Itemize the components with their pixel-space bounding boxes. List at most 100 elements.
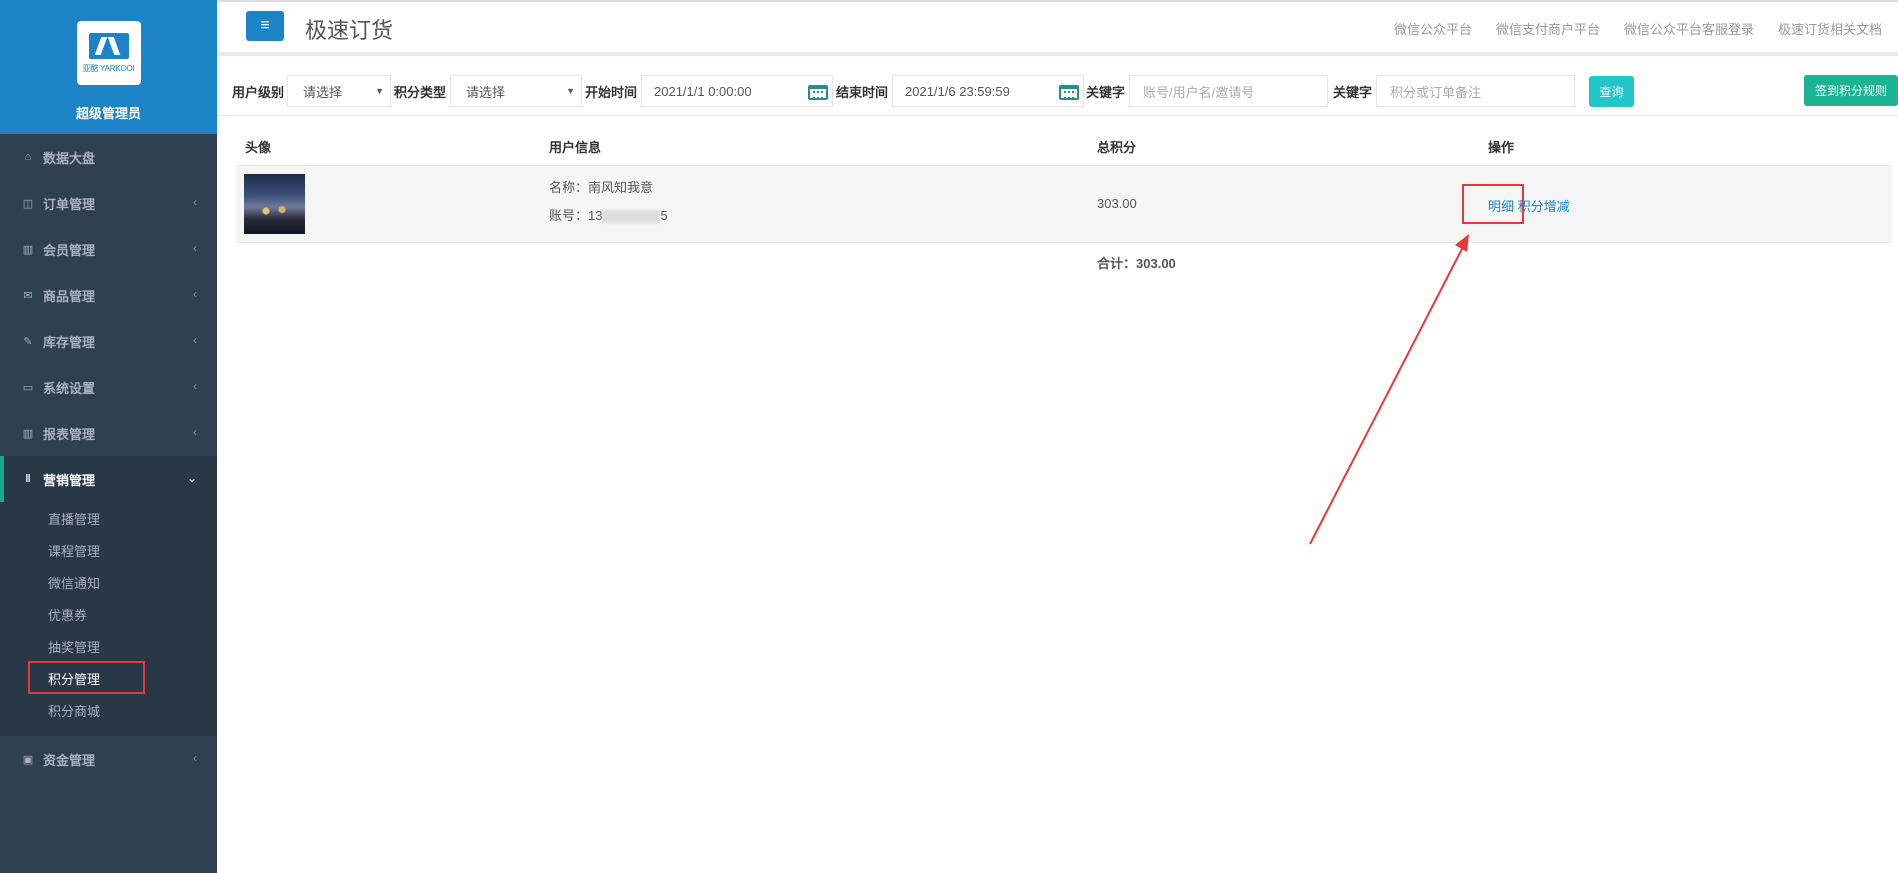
annotation-highlight-points (28, 661, 145, 694)
filter-bar: 用户级别 请选择 ▼ 积分类型 请选择 ▼ 开始时间 2021/1/1 0:00… (217, 62, 1898, 116)
points-total: 合计：303.00 (1097, 253, 1176, 272)
start-time-label: 开始时间 (585, 85, 638, 100)
sidebar-item-label: 系统设置 (43, 380, 96, 396)
user-name: 名称：南风知我意 (549, 177, 653, 196)
chevron-left-icon: ‹ (193, 751, 197, 765)
sidebar-subitem-wechat-notify[interactable]: 微信通知 (0, 566, 217, 598)
keyword-label: 关键字 (1086, 85, 1126, 100)
start-time-value: 2021/1/1 0:00:00 (654, 83, 752, 99)
sidebar-item-label: 资金管理 (43, 752, 96, 768)
top-links: 微信公众平台 微信支付商户平台 微信公众平台客服登录 极速订货相关文档 (1394, 19, 1882, 38)
logo-text: 亚酷 YARKOOI (82, 63, 135, 73)
money-icon: ▣ (22, 753, 34, 766)
sidebar-subitem-courses[interactable]: 课程管理 (0, 534, 217, 566)
sidebar: 亚酷 YARKOOI 超级管理员 ⌂ 数据大盘 ◫ 订单管理 ‹ ▥ 会员管理 … (0, 0, 217, 873)
calendar-icon[interactable] (808, 85, 828, 100)
user-account-prefix: 13 (588, 208, 603, 223)
calendar-icon[interactable] (1059, 85, 1079, 100)
chevron-left-icon: ‹ (193, 241, 197, 255)
end-time-input[interactable]: 2021/1/6 23:59:59 (892, 75, 1084, 107)
user-level-value: 请选择 (303, 84, 343, 100)
header-actions: 操作 (1488, 140, 1515, 155)
sidebar-item-marketing[interactable]: ǁ 营销管理 ⌄ (0, 456, 217, 502)
sidebar-item-finance[interactable]: ▣ 资金管理 ‹ (0, 736, 217, 782)
chevron-left-icon: ‹ (193, 195, 197, 209)
keyword-label-2: 关键字 (1333, 85, 1373, 100)
link-wechat-platform[interactable]: 微信公众平台 (1394, 19, 1472, 38)
bar-chart-icon: ▥ (22, 243, 34, 256)
link-docs[interactable]: 极速订货相关文档 (1778, 19, 1882, 38)
chevron-left-icon: ‹ (193, 287, 197, 301)
total-points-value: 303.00 (1097, 196, 1137, 211)
end-time-label: 结束时间 (836, 85, 889, 100)
sidebar-item-label: 营销管理 (43, 472, 96, 488)
user-name-value: 南风知我意 (588, 180, 654, 195)
query-button[interactable]: 查询 (1589, 76, 1634, 107)
link-wechat-pay-merchant[interactable]: 微信支付商户平台 (1496, 19, 1600, 38)
user-level-select[interactable]: 请选择 ▼ (287, 75, 391, 107)
sidebar-item-reports[interactable]: ▥ 报表管理 ‹ (0, 410, 217, 456)
keyword-remark-placeholder: 积分或订单备注 (1390, 84, 1482, 100)
adjust-points-link[interactable]: 积分增减 (1518, 199, 1570, 214)
sidebar-subitem-coupons[interactable]: 优惠券 (0, 598, 217, 630)
header-user-info: 用户信息 (549, 140, 602, 155)
home-icon: ⌂ (24, 151, 32, 163)
redacted-region (602, 210, 661, 224)
sidebar-subitem-points-mall[interactable]: 积分商城 (0, 694, 217, 726)
checkin-points-rules-button[interactable]: 签到积分规则 (1804, 75, 1898, 106)
edit-icon: ✎ (23, 335, 33, 348)
sidebar-item-label: 会员管理 (43, 242, 96, 258)
user-role[interactable]: 超级管理员 (76, 103, 141, 122)
user-account-label: 账号： (549, 208, 589, 223)
annotation-arrow (1309, 234, 1469, 545)
sidebar-item-dashboard[interactable]: ⌂ 数据大盘 (0, 134, 217, 180)
sidebar-item-inventory[interactable]: ✎ 库存管理 ‹ (0, 318, 217, 364)
desktop-icon: ▭ (22, 381, 34, 394)
keyword-account-placeholder: 账号/用户名/邀请号 (1143, 84, 1255, 100)
sidebar-subitem-lottery[interactable]: 抽奖管理 (0, 630, 217, 662)
start-time-input[interactable]: 2021/1/1 0:00:00 (641, 75, 833, 107)
keyword-remark-input[interactable]: 积分或订单备注 (1376, 75, 1575, 107)
end-time-value: 2021/1/6 23:59:59 (905, 83, 1010, 99)
annotation-highlight-detail (1462, 184, 1524, 224)
header-total-points: 总积分 (1097, 140, 1137, 155)
sidebar-item-settings[interactable]: ▭ 系统设置 ‹ (0, 364, 217, 410)
sidebar-item-label: 数据大盘 (43, 150, 96, 166)
menu-toggle-button[interactable]: ≡ (246, 11, 284, 41)
user-account-suffix: 5 (660, 208, 668, 223)
points-type-select[interactable]: 请选择 ▼ (450, 75, 582, 107)
header-avatar: 头像 (245, 140, 272, 155)
sidebar-subitem-live[interactable]: 直播管理 (0, 502, 217, 534)
user-name-label: 名称： (549, 180, 589, 195)
envelope-icon: ✉ (23, 289, 33, 302)
chevron-left-icon: ‹ (193, 379, 197, 393)
sidebar-item-label: 报表管理 (43, 426, 96, 442)
chevron-left-icon: ‹ (193, 333, 197, 347)
link-wechat-service-login[interactable]: 微信公众平台客服登录 (1624, 19, 1754, 38)
sidebar-item-label: 订单管理 (43, 196, 96, 212)
keyword-account-input[interactable]: 账号/用户名/邀请号 (1129, 75, 1328, 107)
sidebar-group-marketing: ǁ 营销管理 ⌄ 直播管理 课程管理 微信通知 优惠券 抽奖管理 积分管理 积分… (0, 456, 217, 736)
cutlery-icon: ǁ (25, 473, 31, 485)
sidebar-item-products[interactable]: ✉ 商品管理 ‹ (0, 272, 217, 318)
table-row: 名称：南风知我意 账号：13 5 303.00 明细 积分增减 (236, 166, 1892, 243)
brand-logo: 亚酷 YARKOOI (76, 21, 141, 85)
sidebar-item-label: 库存管理 (43, 334, 96, 350)
chevron-left-icon: ‹ (193, 425, 197, 439)
user-account: 账号：13 5 (549, 205, 668, 224)
sidebar-item-members[interactable]: ▥ 会员管理 ‹ (0, 226, 217, 272)
sidebar-item-label: 商品管理 (43, 288, 96, 304)
page-title: 极速订货 (305, 18, 394, 43)
total-label: 合计： (1097, 256, 1137, 271)
sidebar-item-orders[interactable]: ◫ 订单管理 ‹ (0, 180, 217, 226)
columns-icon: ◫ (22, 197, 34, 210)
user-level-label: 用户级别 (232, 85, 285, 100)
avatar (244, 174, 305, 234)
points-type-label: 积分类型 (394, 85, 447, 100)
caret-down-icon: ▼ (375, 86, 384, 96)
top-bar: ≡ 极速订货 微信公众平台 微信支付商户平台 微信公众平台客服登录 极速订货相关… (217, 0, 1898, 56)
profile-header: 亚酷 YARKOOI 超级管理员 (0, 0, 217, 134)
chevron-down-icon: ⌄ (186, 471, 197, 485)
points-type-value: 请选择 (466, 84, 506, 100)
hamburger-icon: ≡ (260, 17, 270, 34)
